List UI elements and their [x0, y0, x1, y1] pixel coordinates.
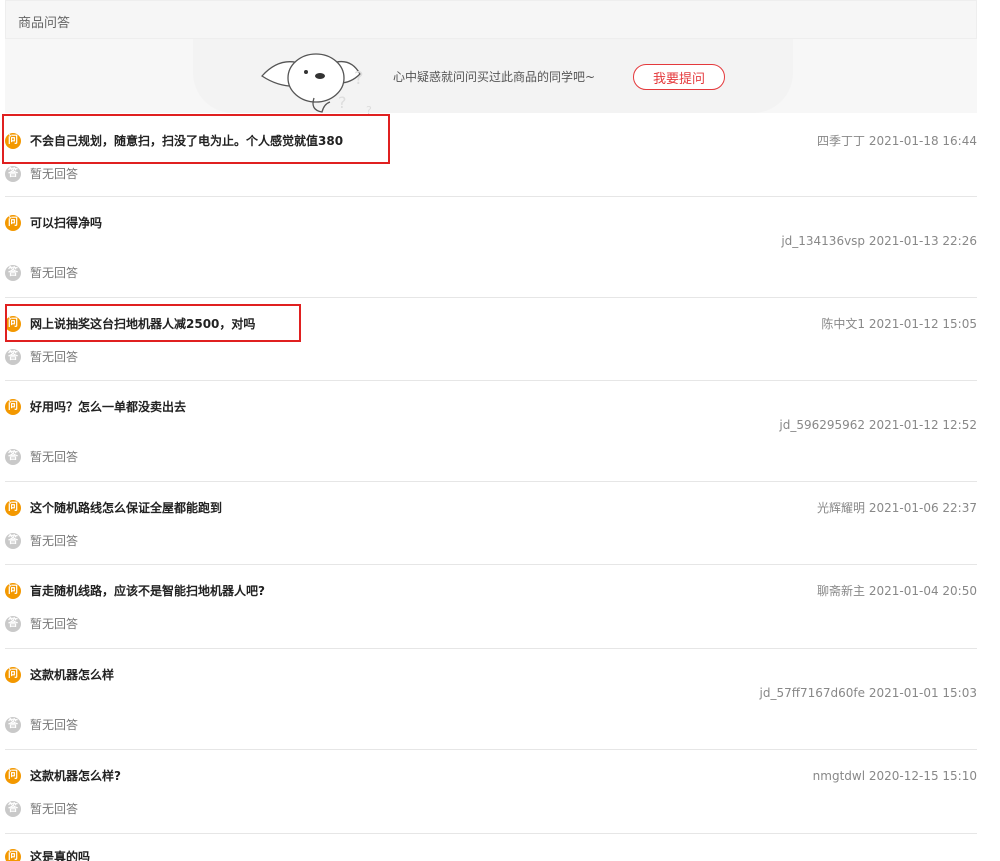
- question-icon: 问: [5, 215, 21, 231]
- section-title: 商品问答: [18, 16, 71, 31]
- question-meta: 光辉耀明 2021-01-06 22:37: [817, 501, 977, 515]
- answer-text: 暂无回答: [30, 167, 79, 181]
- qa-item: 问这款机器怎么样? nmgtdwl 2020-12-15 15:10 答暂无回答: [5, 750, 977, 834]
- answer-text: 暂无回答: [30, 534, 79, 548]
- answer-icon: 答: [5, 166, 21, 182]
- qa-item: 问可以扫得净吗 jd_134136vsp 2021-01-13 22:26 答暂无回…: [5, 197, 977, 298]
- question-meta: 四季丁丁 2021-01-18 16:44: [817, 134, 977, 148]
- question-icon: 问: [5, 768, 21, 784]
- banner-text: 心中疑惑就问问买过此商品的同学吧~: [393, 70, 596, 84]
- question-link[interactable]: 可以扫得净吗: [30, 215, 102, 231]
- question-link[interactable]: 这款机器怎么样: [30, 667, 114, 683]
- answer-icon: 答: [5, 717, 21, 733]
- question-link[interactable]: 盲走随机线路，应该不是智能扫地机器人吧?: [30, 583, 265, 599]
- section-header: 商品问答: [5, 0, 977, 39]
- question-link[interactable]: 好用吗？怎么一单都没卖出去: [30, 399, 186, 415]
- qa-item: 问好用吗？怎么一单都没卖出去 jd_596295962 2021-01-12 12…: [5, 381, 977, 482]
- answer-text: 暂无回答: [30, 266, 79, 280]
- question-icon: 问: [5, 667, 21, 683]
- answer-text: 暂无回答: [30, 718, 79, 732]
- question-link[interactable]: 这个随机路线怎么保证全屋都能跑到: [30, 500, 222, 516]
- svg-text:?: ?: [354, 68, 364, 89]
- question-meta: nmgtdwl 2020-12-15 15:10: [812, 769, 977, 783]
- question-meta: jd_57ff7167d60fe 2021-01-01 15:03: [759, 686, 977, 700]
- question-icon: 问: [5, 849, 21, 861]
- answer-text: 暂无回答: [30, 350, 79, 364]
- question-icon: 问: [5, 133, 21, 149]
- qa-item: 问这是真的吗: [5, 834, 977, 861]
- answer-icon: 答: [5, 449, 21, 465]
- question-link[interactable]: 不会自己规划，随意扫，扫没了电为止。个人感觉就值380: [30, 133, 343, 149]
- qa-item: 问盲走随机线路，应该不是智能扫地机器人吧? 聊斋新主 2021-01-04 20:…: [5, 565, 977, 649]
- answer-text: 暂无回答: [30, 450, 79, 464]
- qa-item: 问网上说抽奖这台扫地机器人减2500，对吗 陈中文1 2021-01-12 15:…: [5, 298, 977, 381]
- question-meta: jd_134136vsp 2021-01-13 22:26: [781, 234, 977, 248]
- answer-text: 暂无回答: [30, 617, 79, 631]
- qa-item: 问这个随机路线怎么保证全屋都能跑到 光辉耀明 2021-01-06 22:37 答暂…: [5, 482, 977, 565]
- answer-icon: 答: [5, 533, 21, 549]
- question-icon: 问: [5, 583, 21, 599]
- ask-question-button[interactable]: 我要提问: [633, 64, 725, 90]
- qa-item: 问不会自己规划，随意扫，扫没了电为止。个人感觉就值380 四季丁丁 2021-01…: [5, 113, 977, 197]
- question-link[interactable]: 这是真的吗: [30, 849, 90, 861]
- answer-icon: 答: [5, 616, 21, 632]
- question-icon: 问: [5, 316, 21, 332]
- answer-icon: 答: [5, 801, 21, 817]
- question-link[interactable]: 这款机器怎么样?: [30, 768, 121, 784]
- mascot-icon: ? ? ?: [261, 53, 372, 116]
- qa-page: 商品问答 ? ? ? 心中疑惑就问问买过此商品的同学吧~ 我要提问 问不会自己规…: [0, 0, 1000, 861]
- svg-text:?: ?: [338, 93, 347, 112]
- answer-text: 暂无回答: [30, 802, 79, 816]
- question-icon: 问: [5, 500, 21, 516]
- question-meta: 陈中文1 2021-01-12 15:05: [821, 317, 977, 331]
- question-meta: jd_596295962 2021-01-12 12:52: [779, 418, 977, 432]
- question-link[interactable]: 网上说抽奖这台扫地机器人减2500，对吗: [30, 316, 255, 332]
- question-icon: 问: [5, 399, 21, 415]
- answer-icon: 答: [5, 349, 21, 365]
- answer-icon: 答: [5, 265, 21, 281]
- qa-item: 问这款机器怎么样 jd_57ff7167d60fe 2021-01-01 15:0…: [5, 649, 977, 750]
- question-meta: 聊斋新主 2021-01-04 20:50: [817, 584, 977, 598]
